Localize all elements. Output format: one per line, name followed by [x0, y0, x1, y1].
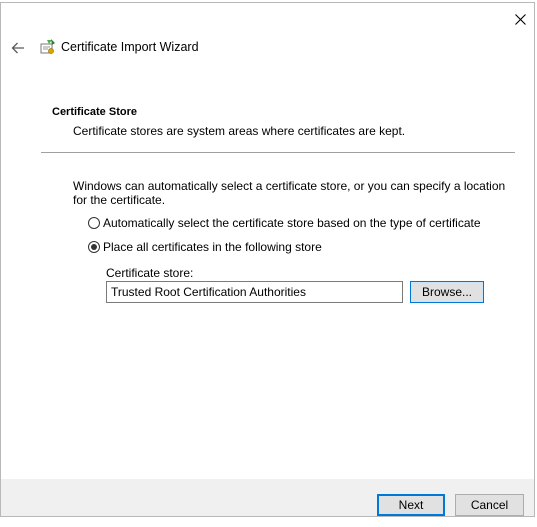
back-arrow-icon: [11, 42, 24, 54]
background-window-strip: [0, 517, 537, 527]
close-button[interactable]: [509, 9, 531, 29]
radio-auto-select-indicator[interactable]: [88, 217, 100, 229]
intro-text: Windows can automatically select a certi…: [73, 179, 506, 207]
radio-place-in-store-label[interactable]: Place all certificates in the following …: [103, 240, 322, 254]
header-divider: [41, 152, 515, 153]
section-description: Certificate stores are system areas wher…: [73, 124, 406, 138]
section-heading: Certificate Store: [52, 106, 137, 118]
certificate-store-label: Certificate store:: [106, 266, 194, 280]
radio-place-in-store-indicator[interactable]: [88, 241, 100, 253]
browse-button[interactable]: Browse...: [410, 281, 484, 303]
next-button[interactable]: Next: [377, 494, 445, 516]
back-button[interactable]: [9, 39, 27, 57]
radio-auto-select[interactable]: Automatically select the certificate sto…: [88, 216, 481, 230]
cancel-button[interactable]: Cancel: [455, 494, 524, 516]
radio-auto-select-label[interactable]: Automatically select the certificate sto…: [103, 216, 481, 230]
certificate-wizard-icon: [39, 39, 56, 56]
radio-place-in-store[interactable]: Place all certificates in the following …: [88, 240, 322, 254]
certificate-import-wizard-window: Certificate Import Wizard Certificate St…: [0, 2, 535, 517]
wizard-footer: Next Cancel: [1, 479, 534, 516]
wizard-title: Certificate Import Wizard: [61, 40, 199, 54]
certificate-store-input[interactable]: [106, 281, 403, 303]
close-icon: [514, 13, 526, 25]
